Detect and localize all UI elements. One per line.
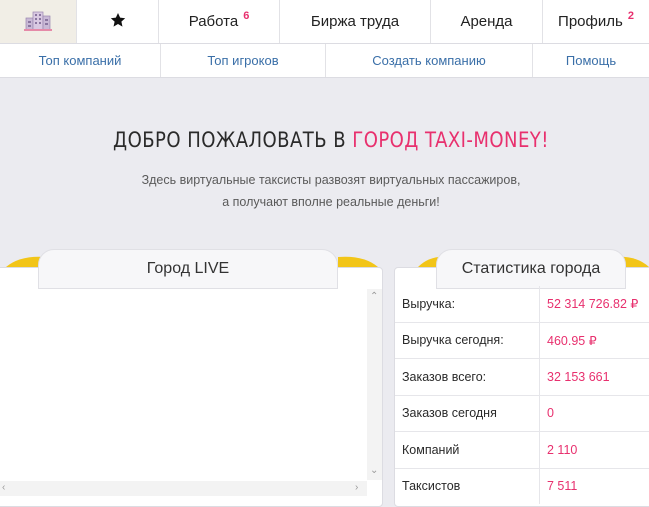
link-top-players[interactable]: Топ игроков (161, 44, 326, 77)
favorites-button[interactable] (77, 0, 159, 43)
nav-work[interactable]: Работа 6 (159, 0, 280, 43)
stat-value-revenue: 52 314 726.82 ₽ (547, 297, 639, 312)
stat-value-taxi-drivers: 7 511 (539, 467, 649, 504)
stat-label-companies: Компаний (395, 431, 540, 468)
welcome-title-prefix: ДОБРО ПОЖАЛОВАТЬ В (113, 128, 347, 152)
top-navigation: Работа 6 Биржа труда Аренда Профиль 2 (0, 0, 649, 44)
scroll-down-arrow-icon[interactable]: ⌄ (370, 465, 378, 476)
work-notification-badge: 6 (243, 9, 250, 22)
stat-label-orders-today: Заказов сегодня (395, 394, 540, 432)
table-row: Заказов сегодня 0 (395, 394, 649, 432)
table-row: Компаний 2 110 (395, 431, 649, 468)
nav-rent[interactable]: Аренда (431, 0, 543, 43)
nav-profile[interactable]: Профиль 2 (543, 0, 649, 43)
welcome-title: ДОБРО ПОЖАЛОВАТЬ В ГОРОД TAXI-MONEY! (46, 128, 615, 152)
nav-rent-label: Аренда (460, 13, 513, 30)
home-button[interactable] (0, 0, 77, 43)
scroll-right-arrow-icon[interactable]: › (355, 482, 358, 493)
nav-work-label: Работа (188, 13, 239, 30)
stat-label-revenue-today: Выручка сегодня: (395, 321, 540, 359)
nav-profile-label: Профиль (558, 13, 623, 30)
nav-labor-exchange-label: Биржа труда (310, 13, 400, 30)
table-row: Выручка сегодня: 460.95 ₽ (395, 321, 649, 359)
profile-notification-badge: 2 (627, 9, 634, 22)
star-icon (110, 12, 126, 32)
city-live-title: Город LIVE (38, 249, 338, 289)
stat-label-orders-total: Заказов всего: (395, 358, 540, 395)
nav-labor-exchange[interactable]: Биржа труда (280, 0, 431, 43)
link-help[interactable]: Помощь (533, 44, 649, 77)
stat-value-revenue-today: 460.95 ₽ (539, 321, 649, 359)
stat-value-orders-today: 0 (539, 394, 649, 432)
table-row: Выручка: 52 314 726.82 ₽ (395, 286, 649, 322)
city-stats-table: Выручка: 52 314 726.82 ₽ Выручка сегодня… (395, 286, 649, 504)
city-building-icon (24, 9, 52, 35)
city-live-feed[interactable] (0, 289, 381, 495)
welcome-subtitle-line-2: а получают вполне реальные деньги! (222, 195, 440, 209)
welcome-subtitle-line-1: Здесь виртуальные таксисты развозят вирт… (141, 173, 521, 187)
table-row: Таксистов 7 511 (395, 467, 649, 504)
stat-label-taxi-drivers: Таксистов (395, 467, 540, 504)
welcome-title-accent: ГОРОД TAXI-MONEY! (352, 128, 549, 152)
scroll-up-arrow-icon[interactable]: ⌃ (370, 291, 378, 302)
link-top-companies[interactable]: Топ компаний (0, 44, 161, 77)
live-feed-vertical-scrollbar[interactable]: ⌃ ⌄ (367, 289, 382, 480)
sub-navigation: Топ компаний Топ игроков Создать компани… (0, 44, 649, 78)
link-create-company[interactable]: Создать компанию (326, 44, 533, 77)
city-stats-title: Статистика города (436, 249, 626, 289)
stat-value-orders-total: 32 153 661 (539, 358, 649, 395)
table-row: Заказов всего: 32 153 661 (395, 358, 649, 395)
scroll-left-arrow-icon[interactable]: ‹ (2, 482, 5, 493)
live-feed-horizontal-scrollbar[interactable]: ‹ › (0, 481, 367, 496)
stat-label-revenue: Выручка: (395, 286, 540, 322)
stat-value-companies: 2 110 (539, 431, 649, 468)
welcome-subtitle: Здесь виртуальные таксисты развозят вирт… (0, 169, 649, 213)
